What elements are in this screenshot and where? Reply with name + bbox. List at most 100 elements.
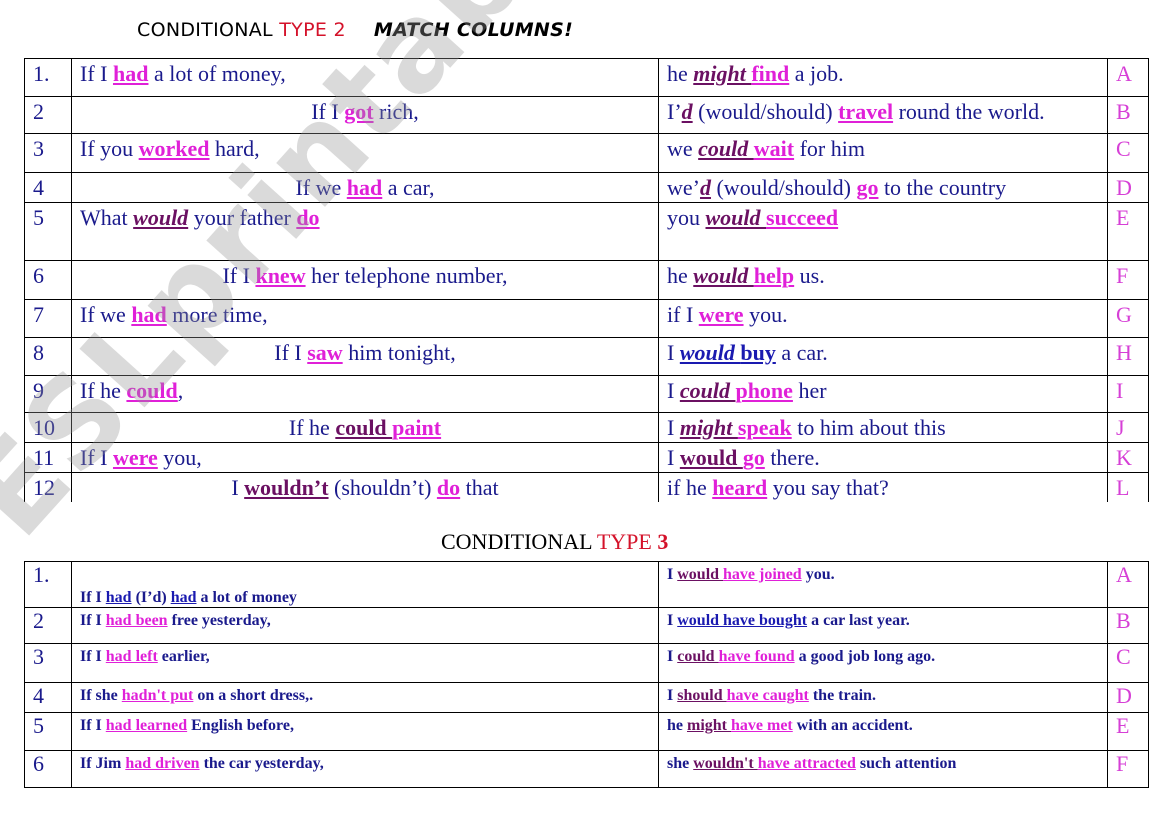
title2-type: TYPE (596, 529, 658, 554)
if-clause-cell: If you worked hard, (71, 133, 659, 173)
if-clause-cell: What would your father do (71, 202, 659, 261)
text-segment: you (667, 205, 706, 230)
highlighted-verb: had (131, 302, 167, 327)
highlighted-verb: paint (392, 415, 442, 440)
match-letter: G (1107, 299, 1149, 338)
text-segment: If I (80, 717, 106, 734)
highlighted-verb: d (699, 175, 711, 200)
if-clause-cell: If Jim had driven the car yesterday, (71, 750, 659, 788)
text-segment: on a short dress,. (193, 687, 314, 704)
text-segment: If I (311, 99, 345, 124)
result-clause-cell: if I were you. (658, 299, 1108, 338)
highlighted-verb: could (335, 415, 393, 440)
highlighted-verb: saw (307, 340, 343, 365)
text-segment: hard, (209, 136, 260, 161)
text-segment: I (667, 445, 680, 470)
highlighted-verb: help (753, 263, 795, 288)
text-segment: I (667, 378, 680, 403)
result-clause-cell: I would have joined you. (658, 561, 1108, 608)
type3-table: 1. If I had (I’d) had a lot of money I wou… (24, 561, 1149, 788)
type2-row: 9 If he could, I could phone her I (24, 375, 1149, 413)
highlighted-verb: might (693, 61, 752, 86)
type3-row: 2 If I had been free yesterday, I would ha… (24, 607, 1149, 644)
highlighted-verb: were (698, 302, 744, 327)
if-clause-cell: If he could paint (71, 412, 659, 443)
text-segment: If we (295, 175, 347, 200)
highlighted-verb: would (133, 205, 189, 230)
highlighted-verb: travel (838, 99, 894, 124)
text-segment: I (667, 566, 678, 583)
match-letter: F (1107, 260, 1149, 300)
row-number: 2 (24, 607, 72, 644)
result-clause-cell: he might have met with an accident. (658, 712, 1108, 751)
text-segment: a car. (775, 340, 828, 365)
type3-row: 4 If she hadn't put on a short dress,. I s… (24, 682, 1149, 713)
text-segment: If he (80, 378, 127, 403)
row-number: 5 (24, 712, 72, 751)
result-clause-cell: I could have found a good job long ago. (658, 643, 1108, 683)
result-clause-cell: I should have caught the train. (658, 682, 1108, 713)
text-segment: If Jim (80, 755, 126, 772)
text-segment: her telephone number, (305, 263, 508, 288)
highlighted-verb: would (705, 205, 767, 230)
type3-row: 1. If I had (I’d) had a lot of money I wou… (24, 561, 1149, 608)
match-columns-heading: MATCH COLUMNS! (373, 19, 574, 41)
highlighted-verb: were (112, 445, 158, 470)
highlighted-verb: had driven (125, 755, 200, 772)
row-number: 3 (24, 133, 72, 173)
match-letter: B (1107, 607, 1149, 644)
text-segment: round the world. (893, 99, 1045, 124)
text-segment: we (667, 136, 699, 161)
highlighted-verb: knew (255, 263, 306, 288)
if-clause-cell: If she hadn't put on a short dress,. (71, 682, 659, 713)
highlighted-verb: have attracted (757, 755, 856, 772)
text-segment: more time, (166, 302, 268, 327)
text-segment: If I (274, 340, 308, 365)
if-clause-cell: If he could, (71, 375, 659, 413)
type3-row: 5 If I had learned English before, he migh… (24, 712, 1149, 751)
text-segment: English before, (187, 717, 294, 734)
row-number: 4 (24, 172, 72, 203)
row-number: 8 (24, 337, 72, 376)
row-number: 12 (24, 472, 72, 502)
result-clause-cell: I’d (would/should) travel round the worl… (658, 96, 1108, 134)
highlighted-verb: might (679, 415, 738, 440)
text-segment: free yesterday, (167, 612, 271, 629)
row-number: 5 (24, 202, 72, 261)
result-clause-cell: she wouldn't have attracted such attenti… (658, 750, 1108, 788)
text-segment: If I (80, 648, 106, 665)
type2-row: 4 If we had a car, we’d (would/should) go … (24, 172, 1149, 203)
row-number: 6 (24, 260, 72, 300)
highlighted-verb: go (742, 445, 765, 470)
text-segment: a car last year. (807, 612, 910, 629)
highlighted-verb: wouldn’t (244, 475, 329, 500)
text-segment: If he (288, 415, 336, 440)
if-clause-cell: If I had a lot of money, (71, 58, 659, 97)
text-segment: , (177, 378, 184, 403)
type2-row: 2 If I got rich, I’d (would/should) travel… (24, 96, 1149, 134)
row-number: 11 (24, 442, 72, 473)
if-clause-cell: If I knew her telephone number, (71, 260, 659, 300)
row-number: 1. (24, 561, 72, 608)
highlighted-verb: had (105, 589, 132, 606)
if-clause-cell: If I had learned English before, (71, 712, 659, 751)
text-segment: I (667, 340, 680, 365)
text-segment: to the country (878, 175, 1007, 200)
type2-row: 1. If I had a lot of money, he might find … (24, 58, 1149, 97)
match-letter: D (1107, 682, 1149, 713)
if-clause-cell: If I saw him tonight, (71, 337, 659, 376)
text-segment: If I (80, 589, 106, 606)
highlighted-verb: go (856, 175, 879, 200)
highlighted-verb: buy (740, 340, 776, 365)
text-segment: your father (188, 205, 297, 230)
text-segment: If we (80, 302, 132, 327)
text-segment: (I’d) (131, 589, 171, 606)
text-segment: If she (80, 687, 122, 704)
result-clause-cell: I would have bought a car last year. (658, 607, 1108, 644)
text-segment: if he (667, 475, 713, 500)
match-letter: B (1107, 96, 1149, 134)
result-clause-cell: you would succeed (658, 202, 1108, 261)
highlighted-verb: could (126, 378, 178, 403)
match-letter: K (1107, 442, 1149, 473)
text-segment: a good job long ago. (794, 648, 936, 665)
